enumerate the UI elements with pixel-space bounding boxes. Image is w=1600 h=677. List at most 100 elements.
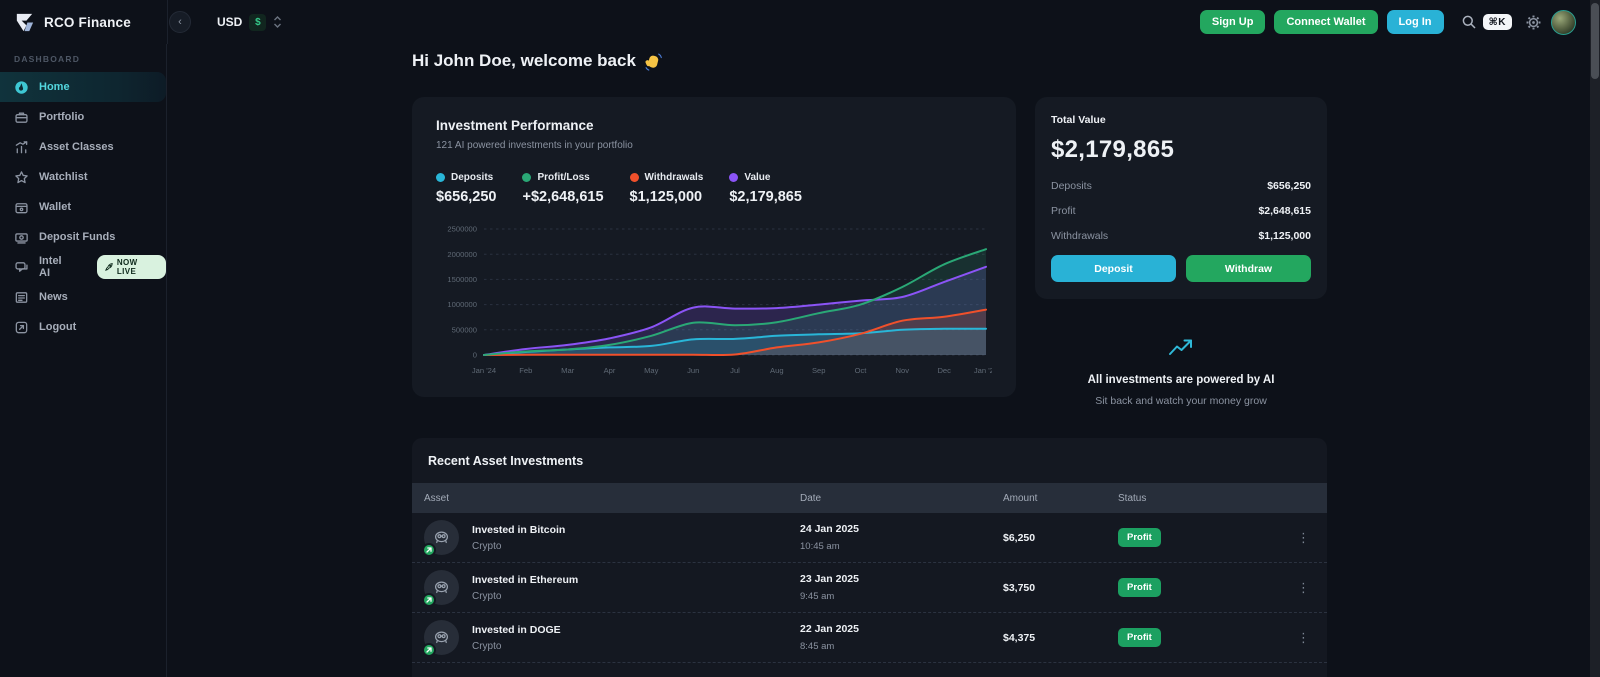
search-icon[interactable]	[1461, 14, 1477, 30]
legend-dot	[436, 173, 445, 182]
asset-avatar	[424, 520, 459, 555]
invest-time: 8:45 am	[800, 641, 982, 652]
sidebar-nav: HomePortfolio Asset Classes Watchlist Walle…	[0, 72, 166, 342]
sidebar-item-wallet[interactable]: Wallet	[0, 192, 166, 222]
recent-investments-card: Recent Asset Investments Asset Date Amou…	[412, 438, 1327, 677]
row-menu-kebab-icon[interactable]: ⋮	[1297, 530, 1327, 546]
asset-vault-icon	[432, 628, 451, 647]
greeting-text: Hi John Doe, welcome back	[412, 51, 636, 71]
svg-text:2500000: 2500000	[447, 225, 477, 234]
watchlist-icon	[14, 170, 29, 185]
total-row-value: $2,648,615	[1258, 205, 1311, 217]
sidebar-item-home[interactable]: Home	[0, 72, 166, 102]
ai-note-title: All investments are powered by AI	[1035, 374, 1327, 386]
invest-amount: $3,750	[982, 582, 1118, 594]
sidebar-item-label: Intel AI	[39, 255, 75, 279]
row-menu-kebab-icon[interactable]: ⋮	[1297, 630, 1327, 646]
search-shortcut-badge: ⌘K	[1483, 14, 1513, 30]
sidebar-item-asset-classes[interactable]: Asset Classes	[0, 132, 166, 162]
wallet-icon	[14, 200, 29, 215]
invest-amount: $6,250	[982, 532, 1118, 544]
column-header-asset: Asset	[424, 493, 800, 504]
withdraw-button[interactable]: Withdraw	[1186, 255, 1311, 282]
portfolio-icon	[14, 110, 29, 125]
performance-chart[interactable]: 05000001000000150000020000002500000Jan '…	[436, 219, 992, 381]
total-row-withdrawals: Withdrawals$1,125,000	[1051, 230, 1311, 242]
legend-label: Deposits	[451, 172, 493, 183]
invest-amount: $4,375	[982, 632, 1118, 644]
asset-avatar	[424, 570, 459, 605]
settings-gear-icon[interactable]	[1525, 14, 1542, 31]
currency-symbol-badge: $	[249, 14, 266, 31]
svg-text:Jan '25: Jan '25	[974, 366, 992, 375]
user-avatar[interactable]	[1551, 10, 1576, 35]
svg-text:500000: 500000	[452, 325, 477, 334]
sidebar-item-label: Watchlist	[39, 171, 88, 183]
table-row[interactable]: Invested in DOGECrypto22 Jan 20258:45 am…	[412, 613, 1327, 663]
total-row-label: Withdrawals	[1051, 230, 1108, 242]
news-icon	[14, 290, 29, 305]
table-row[interactable]: Invested in BitcoinCrypto24 Jan 202510:4…	[412, 513, 1327, 563]
asset-name: Invested in DOGE	[472, 624, 561, 636]
sidebar-item-label: Wallet	[39, 201, 71, 213]
legend-item-value: Value$2,179,865	[729, 172, 802, 205]
sidebar-item-news[interactable]: News	[0, 282, 166, 312]
legend-value: +$2,648,615	[522, 189, 603, 205]
table-title: Recent Asset Investments	[412, 438, 1327, 483]
sidebar-collapse-button[interactable]: ‹	[169, 11, 191, 33]
sidebar-item-label: Asset Classes	[39, 141, 114, 153]
svg-text:May: May	[644, 366, 659, 375]
total-value-amount: $2,179,865	[1051, 136, 1311, 164]
brand[interactable]: RCO Finance	[0, 11, 167, 34]
svg-text:Sep: Sep	[812, 366, 826, 375]
column-header-date: Date	[800, 493, 982, 504]
invest-date: 22 Jan 2025	[800, 623, 982, 635]
status-badge: Profit	[1118, 578, 1161, 597]
legend-value: $1,125,000	[630, 189, 704, 205]
asset-name: Invested in Ethereum	[472, 574, 578, 586]
deposit-funds-icon	[14, 230, 29, 245]
sidebar-item-portfolio[interactable]: Portfolio	[0, 102, 166, 132]
sidebar-item-watchlist[interactable]: Watchlist	[0, 162, 166, 192]
total-row-profit: Profit$2,648,615	[1051, 205, 1311, 217]
deposit-button[interactable]: Deposit	[1051, 255, 1176, 282]
total-breakdown: Deposits$656,250Profit$2,648,615Withdraw…	[1051, 180, 1311, 242]
sidebar-item-logout[interactable]: Logout	[0, 312, 166, 342]
currency-selector[interactable]: USD $	[217, 14, 282, 31]
svg-text:Dec: Dec	[937, 366, 951, 375]
currency-updown-icon[interactable]	[273, 15, 282, 29]
search-control[interactable]: ⌘K	[1461, 14, 1513, 30]
total-value-label: Total Value	[1051, 114, 1311, 126]
column-header-status: Status	[1118, 493, 1278, 504]
asset-avatar	[424, 620, 459, 655]
table-row[interactable]: Invested in EthereumCrypto23 Jan 20259:4…	[412, 563, 1327, 613]
svg-text:0: 0	[473, 351, 477, 360]
intel-ai-icon	[14, 260, 29, 275]
row-menu-kebab-icon[interactable]: ⋮	[1297, 580, 1327, 596]
svg-text:Apr: Apr	[604, 366, 616, 375]
legend-item-withdrawals: Withdrawals $1,125,000	[630, 172, 704, 205]
page-scrollbar[interactable]	[1590, 0, 1600, 677]
ai-note-subtitle: Sit back and watch your money grow	[1035, 395, 1327, 407]
invest-time: 10:45 am	[800, 541, 982, 552]
brand-name: RCO Finance	[44, 15, 131, 30]
invest-arrow-badge	[422, 593, 436, 607]
svg-text:Feb: Feb	[519, 366, 532, 375]
scrollbar-thumb[interactable]	[1591, 3, 1599, 79]
legend-label: Withdrawals	[645, 172, 704, 183]
sign-up-button[interactable]: Sign Up	[1200, 10, 1266, 34]
sidebar-item-intel-ai[interactable]: Intel AINOW LIVE	[0, 252, 166, 282]
legend-item-deposits: Deposits$656,250	[436, 172, 496, 205]
status-badge: Profit	[1118, 628, 1161, 647]
table-body: Invested in BitcoinCrypto24 Jan 202510:4…	[412, 513, 1327, 663]
asset-category: Crypto	[472, 541, 565, 552]
svg-text:2000000: 2000000	[447, 250, 477, 259]
log-in-button[interactable]: Log In	[1387, 10, 1444, 34]
sidebar-item-label: Logout	[39, 321, 76, 333]
asset-category: Crypto	[472, 591, 578, 602]
connect-wallet-button[interactable]: Connect Wallet	[1274, 10, 1377, 34]
page-title: Hi John Doe, welcome back	[412, 51, 1327, 71]
status-badge: Profit	[1118, 528, 1161, 547]
svg-text:Jan '24: Jan '24	[472, 366, 496, 375]
sidebar-item-deposit-funds[interactable]: Deposit Funds	[0, 222, 166, 252]
